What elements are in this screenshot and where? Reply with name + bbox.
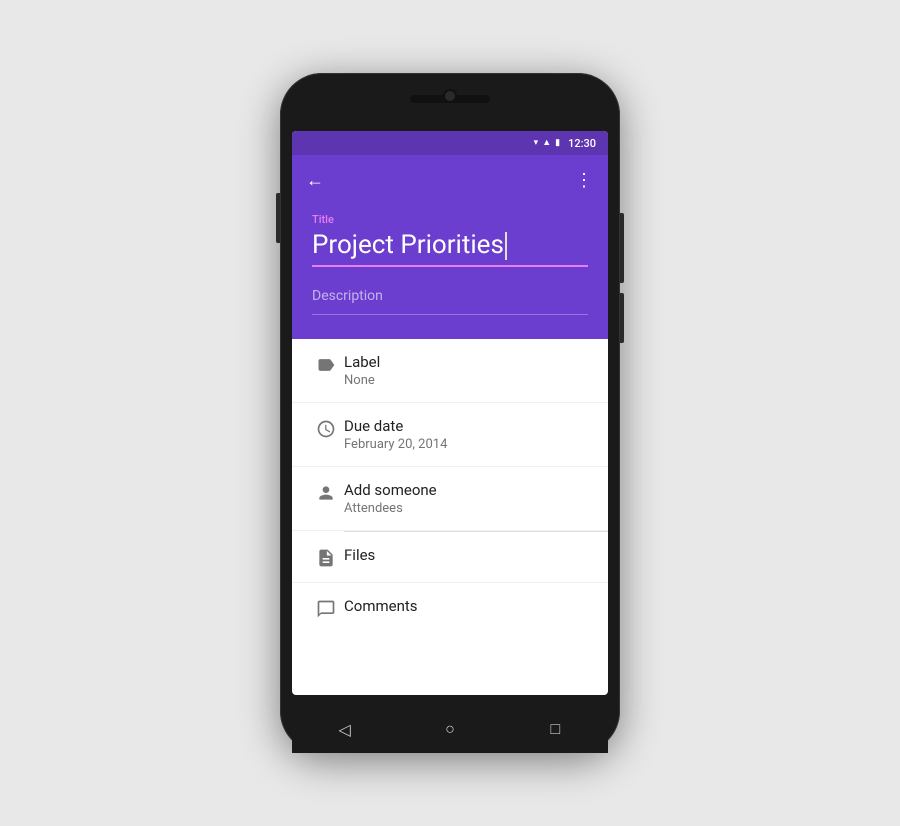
signal-icon: ▲ <box>542 139 551 148</box>
add-someone-item-title: Add someone <box>344 481 592 499</box>
list-item-label[interactable]: Label None <box>292 339 608 403</box>
description-row[interactable]: Description <box>312 285 588 315</box>
label-item-subtitle: None <box>344 373 592 388</box>
app-bar: ← ⋮ <box>292 155 608 205</box>
file-icon <box>308 548 344 568</box>
nav-back-button[interactable]: ◁ <box>330 714 360 744</box>
add-someone-item-subtitle: Attendees <box>344 501 592 516</box>
description-placeholder: Description <box>312 288 383 304</box>
wifi-icon: ▾ <box>534 139 539 148</box>
nav-bar: ◁ ○ □ <box>292 705 608 753</box>
status-bar: ▾ ▲ ▮ 12:30 <box>292 131 608 155</box>
list-item-comments[interactable]: Comments <box>292 583 608 633</box>
list-item-add-someone[interactable]: Add someone Attendees <box>292 467 608 531</box>
label-icon <box>308 355 344 375</box>
person-icon <box>308 483 344 503</box>
label-item-text: Label None <box>344 353 592 388</box>
due-date-item-text: Due date February 20, 2014 <box>344 417 592 452</box>
phone-camera <box>443 89 457 103</box>
nav-recent-button[interactable]: □ <box>540 714 570 744</box>
label-item-title: Label <box>344 353 592 371</box>
content-section: Label None Due date February 20, 2014 <box>292 339 608 633</box>
title-label: Title <box>312 213 588 226</box>
list-item-files[interactable]: Files <box>292 532 608 583</box>
title-input-row: Project Priorities <box>312 230 588 267</box>
status-time: 12:30 <box>568 137 596 150</box>
due-date-item-subtitle: February 20, 2014 <box>344 437 592 452</box>
due-date-item-title: Due date <box>344 417 592 435</box>
comment-icon <box>308 599 344 619</box>
text-cursor <box>505 232 507 260</box>
clock-icon <box>308 419 344 439</box>
comments-item-text: Comments <box>344 597 592 615</box>
volume-down-button <box>620 293 624 343</box>
back-button[interactable]: ← <box>306 170 324 191</box>
title-text-value: Project Priorities <box>312 230 504 260</box>
title-field[interactable]: Project Priorities <box>312 230 588 267</box>
more-menu-button[interactable]: ⋮ <box>575 170 594 191</box>
battery-icon: ▮ <box>555 139 560 148</box>
list-item-due-date[interactable]: Due date February 20, 2014 <box>292 403 608 467</box>
status-icons: ▾ ▲ ▮ 12:30 <box>534 137 596 150</box>
header-section: Title Project Priorities Description <box>292 205 608 339</box>
add-someone-item-text: Add someone Attendees <box>344 481 592 516</box>
power-button <box>620 213 624 283</box>
files-item-text: Files <box>344 546 592 564</box>
nav-home-button[interactable]: ○ <box>435 714 465 744</box>
files-item-title: Files <box>344 546 592 564</box>
phone-device: ▾ ▲ ▮ 12:30 ← ⋮ Title Project Priorities… <box>280 73 620 753</box>
volume-button <box>276 193 280 243</box>
phone-screen: ▾ ▲ ▮ 12:30 ← ⋮ Title Project Priorities… <box>292 131 608 695</box>
comments-item-title: Comments <box>344 597 592 615</box>
